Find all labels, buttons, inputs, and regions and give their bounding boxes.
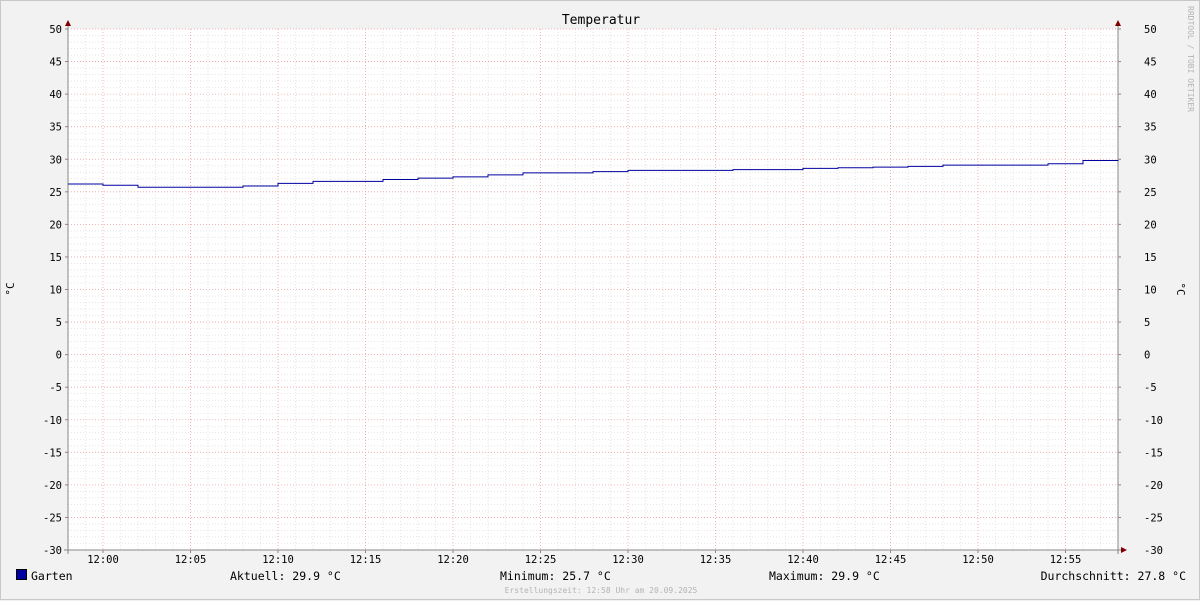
y-tick-label-right: -15	[1144, 447, 1163, 459]
x-tick-label: 12:00	[87, 554, 119, 566]
x-tick-label: 12:50	[962, 554, 994, 566]
y-tick-label-left: -20	[43, 480, 62, 492]
legend-series-name: Garten	[31, 569, 73, 583]
y-tick-label-right: -20	[1144, 480, 1163, 492]
y-axis-arrow-left	[65, 20, 71, 26]
creation-time: Erstellungszeit: 12:58 Uhr am 20.09.2025	[504, 586, 698, 595]
x-tick-label: 12:30	[612, 554, 644, 566]
legend-current: Aktuell: 29.9 °C	[230, 569, 341, 583]
watermark: RRDTOOL / TOBI OETIKER	[1186, 6, 1195, 112]
x-tick-label: 12:55	[1050, 554, 1082, 566]
y-tick-labels-right: 50454035302520151050-5-10-15-20-25-30	[1144, 24, 1163, 557]
y-tick-label-left: 10	[49, 285, 62, 297]
y-tick-label-left: 5	[56, 317, 62, 329]
y-tick-label-left: 30	[49, 154, 62, 166]
y-tick-label-right: 25	[1144, 187, 1157, 199]
y-tick-label-right: -30	[1144, 545, 1163, 557]
y-tick-label-left: 40	[49, 89, 62, 101]
y-tick-label-right: -25	[1144, 512, 1163, 524]
y-tick-label-right: 15	[1144, 252, 1157, 264]
legend-minimum: Minimum: 25.7 °C	[500, 569, 611, 583]
y-axis-arrow-right	[1115, 20, 1121, 26]
x-tick-label: 12:10	[262, 554, 294, 566]
legend-swatch-garten	[16, 569, 27, 580]
y-axis-label-right: °C	[1174, 282, 1187, 295]
y-tick-label-right: 45	[1144, 57, 1157, 69]
y-axis-label-left: °C	[4, 282, 17, 295]
y-tick-label-left: -10	[43, 415, 62, 427]
x-tick-label: 12:05	[175, 554, 207, 566]
y-tick-label-left: -5	[49, 382, 62, 394]
y-tick-label-left: -30	[43, 545, 62, 557]
x-tick-label: 12:25	[525, 554, 557, 566]
y-tick-label-left: 20	[49, 219, 62, 231]
y-tick-label-right: -10	[1144, 415, 1163, 427]
x-tick-labels: 12:00 12:05 12:10 12:15 12:20 12:25 12:30 12:35…	[87, 554, 1081, 566]
x-tick-label: 12:35	[700, 554, 732, 566]
y-tick-label-left: 0	[56, 350, 62, 362]
y-tick-label-left: 25	[49, 187, 62, 199]
legend: Garten Aktuell: 29.9 °C Minimum: 25.7 °C…	[16, 569, 1186, 585]
y-tick-label-left: 35	[49, 122, 62, 134]
y-tick-label-right: 0	[1144, 350, 1150, 362]
y-tick-label-right: 50	[1144, 24, 1157, 36]
x-tick-label: 12:20	[437, 554, 469, 566]
x-axis-arrow	[1121, 547, 1127, 553]
x-tick-label: 12:45	[875, 554, 907, 566]
y-tick-labels-left: 50454035302520151050-5-10-15-20-25-30	[43, 24, 62, 557]
y-tick-label-left: 50	[49, 24, 62, 36]
y-tick-label-right: 10	[1144, 285, 1157, 297]
y-tick-label-right: 35	[1144, 122, 1157, 134]
x-tick-label: 12:40	[787, 554, 819, 566]
x-tick-label: 12:15	[350, 554, 382, 566]
temperature-chart: 50454035302520151050-5-10-15-20-25-30 50…	[4, 6, 1195, 566]
y-tick-label-left: 15	[49, 252, 62, 264]
chart-title: Temperatur	[562, 13, 640, 28]
y-tick-label-right: 40	[1144, 89, 1157, 101]
y-tick-label-left: -25	[43, 512, 62, 524]
grid	[67, 28, 1119, 551]
y-tick-label-right: 30	[1144, 154, 1157, 166]
y-tick-label-right: 5	[1144, 317, 1150, 329]
legend-maximum: Maximum: 29.9 °C	[769, 569, 880, 583]
legend-average: Durchschnitt: 27.8 °C	[1040, 569, 1186, 583]
y-tick-label-right: -5	[1144, 382, 1157, 394]
chart-frame: 50 45 40 35 30 25 20 15 10 5 0 -5 -10 -15 -20 -25 -30 50…	[0, 0, 1200, 600]
y-tick-label-left: -15	[43, 447, 62, 459]
y-tick-label-right: 20	[1144, 219, 1157, 231]
y-tick-label-left: 45	[49, 57, 62, 69]
